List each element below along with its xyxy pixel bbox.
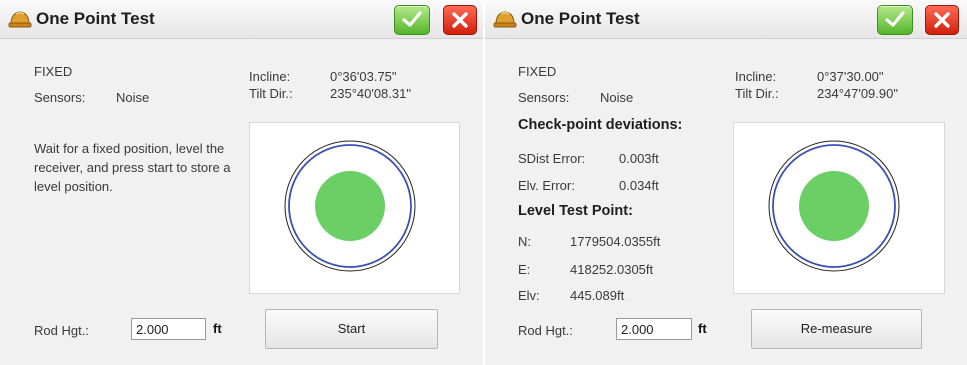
rod-height-label: Rod Hgt.: <box>34 323 89 338</box>
level-display <box>733 122 945 294</box>
deviations-heading: Check-point deviations: <box>518 117 683 133</box>
level-point-heading: Level Test Point: <box>518 203 633 219</box>
northing-label: N: <box>518 234 531 249</box>
cancel-button[interactable] <box>443 5 477 35</box>
window-title: One Point Test <box>36 9 155 28</box>
title-bar: One Point Test <box>0 0 483 39</box>
easting-label: E: <box>518 262 531 277</box>
tilt-direction-value: 234°47'09.90" <box>817 86 898 101</box>
level-bubble <box>799 171 869 241</box>
tilt-direction-label: Tilt Dir.: <box>735 86 779 101</box>
close-icon <box>934 12 950 28</box>
fix-status: FIXED <box>518 64 557 79</box>
incline-value: 0°36'03.75" <box>330 69 397 84</box>
bubble-level <box>284 140 416 272</box>
incline-value: 0°37'30.00" <box>817 69 884 84</box>
tilt-direction-label: Tilt Dir.: <box>249 86 293 101</box>
level-bubble <box>315 171 385 241</box>
northing-value: 1779504.0355ft <box>570 234 661 249</box>
rod-height-input[interactable]: 2.000 <box>616 318 692 340</box>
rod-height-unit: ft <box>213 321 222 336</box>
sensors-label: Sensors: <box>34 90 86 105</box>
checkmark-icon <box>885 11 905 27</box>
start-button[interactable]: Start <box>265 309 438 349</box>
cancel-button[interactable] <box>925 5 959 35</box>
elv-error-label: Elv. Error: <box>518 178 575 193</box>
bubble-level <box>768 140 900 272</box>
re-measure-button[interactable]: Re-measure <box>751 309 922 349</box>
hard-hat-icon <box>493 11 517 28</box>
close-icon <box>452 12 468 28</box>
title-bar: One Point Test <box>485 0 967 39</box>
elevation-label: Elv: <box>518 288 540 303</box>
ok-button[interactable] <box>394 5 430 35</box>
rod-height-unit: ft <box>698 321 707 336</box>
ok-button[interactable] <box>877 5 913 35</box>
checkmark-icon <box>402 11 422 27</box>
instructions-text: Wait for a fixed position, level the rec… <box>34 141 231 194</box>
tilt-direction-value: 235°40'08.31" <box>330 86 411 101</box>
elv-error-value: 0.034ft <box>619 178 659 193</box>
window-title: One Point Test <box>521 9 640 28</box>
fix-status: FIXED <box>34 64 73 79</box>
easting-value: 418252.0305ft <box>570 262 654 277</box>
rod-height-label: Rod Hgt.: <box>518 323 573 338</box>
incline-label: Incline: <box>735 69 777 84</box>
level-display <box>249 122 460 294</box>
sensors-value: Noise <box>116 90 150 105</box>
sensors-label: Sensors: <box>518 90 570 105</box>
rod-height-input[interactable]: 2.000 <box>131 318 206 340</box>
elevation-value: 445.089ft <box>570 288 625 303</box>
hard-hat-icon <box>8 11 32 28</box>
one-point-test-window-left: One Point Test FIXED Sensors: Noise Incl… <box>0 0 483 365</box>
incline-label: Incline: <box>249 69 291 84</box>
one-point-test-window-right: One Point Test FIXED Sensors: Noise Incl… <box>485 0 967 365</box>
sdist-error-label: SDist Error: <box>518 151 586 166</box>
sensors-value: Noise <box>600 90 634 105</box>
sdist-error-value: 0.003ft <box>619 151 659 166</box>
